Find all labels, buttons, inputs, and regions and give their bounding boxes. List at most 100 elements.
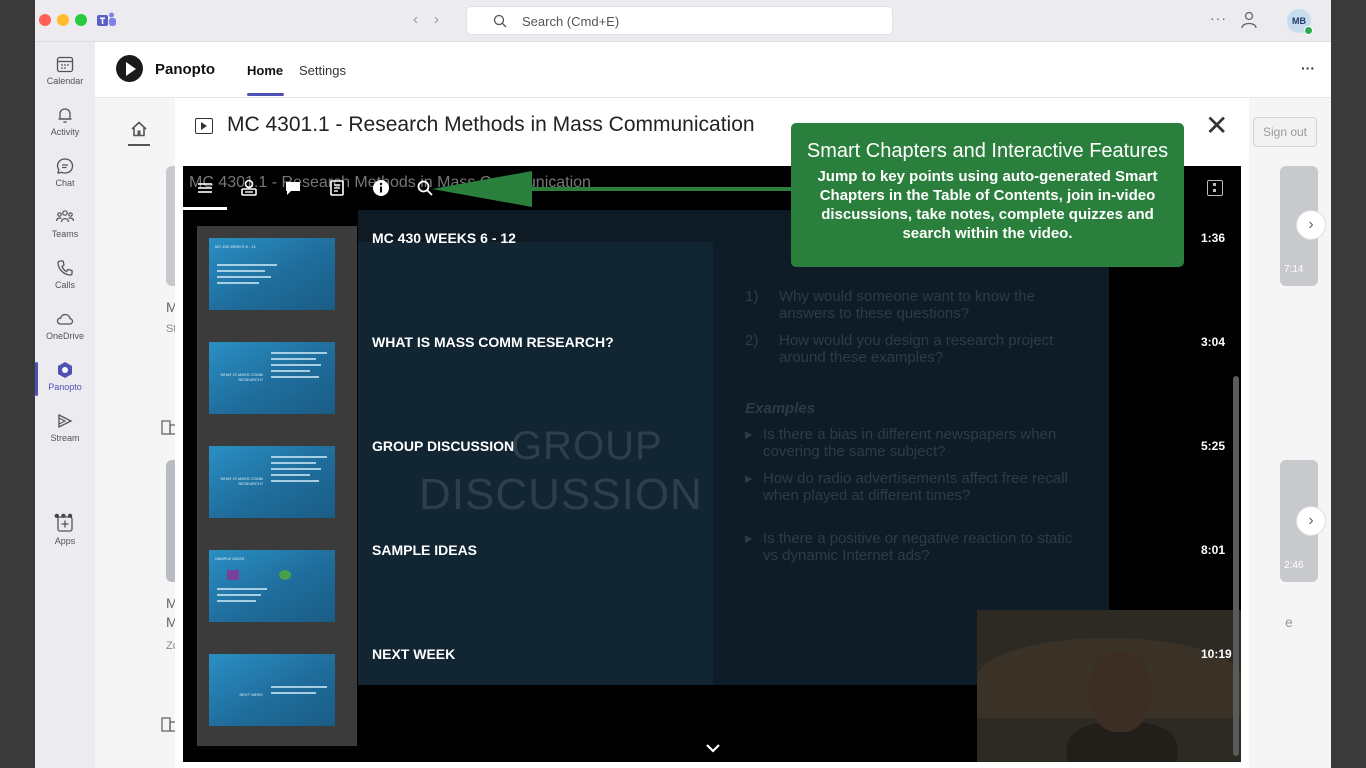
stream-icon [58, 413, 73, 429]
info-icon[interactable] [371, 178, 391, 198]
forward-arrow-icon[interactable]: › [434, 11, 455, 28]
rail-item-calendar[interactable]: Calendar [35, 48, 95, 98]
search-placeholder: Search (Cmd+E) [522, 14, 620, 29]
back-arrow-icon[interactable]: ‹ [413, 11, 434, 28]
slide-example-2: How do radio advertisements affect free … [763, 470, 1068, 504]
thumbnail-image [227, 570, 239, 580]
slide-example-1: Is there a bias in different newspapers … [763, 426, 1057, 460]
presence-available-icon [1304, 26, 1313, 35]
chapter-title[interactable]: MC 430 WEEKS 6 - 12 [372, 230, 516, 246]
chapter-thumbnail[interactable]: NEXT WEEK [197, 642, 357, 746]
rail-item-activity[interactable]: Activity [35, 99, 95, 149]
history-nav[interactable]: ‹› [413, 11, 455, 28]
chapter-time: 8:01 [1201, 543, 1226, 557]
tab-home[interactable]: Home [247, 63, 283, 78]
search-input[interactable]: Search (Cmd+E) [466, 6, 893, 35]
modal-title: MC 4301.1 - Research Methods in Mass Com… [227, 113, 755, 136]
video-play-icon [195, 118, 213, 134]
presenter-face [1089, 652, 1151, 732]
rail-item-apps[interactable]: Apps [35, 508, 95, 558]
home-icon[interactable] [130, 120, 148, 138]
slide-thumbnail: SAMPLE IDEAS [209, 550, 335, 622]
chevron-right-icon: › [1308, 216, 1314, 233]
slide-group-word: GROUP [511, 424, 663, 468]
cloud-icon [56, 313, 74, 325]
player-menu-button[interactable] [1207, 180, 1223, 196]
video-card-title: e [1285, 614, 1293, 630]
close-modal-button[interactable]: ✕ [1205, 112, 1228, 140]
chat-icon [56, 158, 74, 174]
chapter-title[interactable]: WHAT IS MASS COMM RESEARCH? [372, 334, 614, 350]
discussion-icon[interactable] [283, 178, 303, 198]
people-icon[interactable] [1240, 10, 1260, 30]
slide-question-1: Why would someone want to know the answe… [779, 288, 1035, 322]
callout-body: Jump to key points using auto-generated … [817, 168, 1158, 242]
thumbnail-text: NEXT WEEK [239, 692, 264, 697]
slide-thumbnail: MC 430 WEEKS 6 - 12 [209, 238, 335, 310]
chevron-down-icon[interactable] [703, 738, 723, 758]
callout-title: Smart Chapters and Interactive Features [806, 140, 1169, 162]
bullet-icon: ▸ [745, 426, 753, 443]
chapter-time: 3:04 [1201, 335, 1226, 349]
active-tab-indicator [247, 93, 284, 96]
rail-item-stream[interactable]: Stream [35, 405, 95, 455]
home-underline [128, 144, 150, 146]
chapter-thumbnail[interactable]: SAMPLE IDEAS [197, 538, 357, 642]
thumbnail-lines [271, 456, 327, 506]
avatar[interactable]: MB [1287, 9, 1313, 35]
quiz-icon[interactable] [239, 178, 259, 198]
chapter-thumbnail[interactable]: MC 430 WEEKS 6 - 12 [197, 226, 357, 330]
sign-out-button[interactable]: Sign out [1253, 117, 1317, 147]
rail-label: Panopto [48, 382, 82, 392]
chapter-time: 10:19 [1201, 647, 1232, 661]
app-header: Panopto Home Settings ··· [95, 42, 1331, 98]
slide-example-3: Is there a positive or negative reaction… [763, 530, 1073, 564]
rail-label: Chat [55, 178, 75, 188]
header-more-button[interactable]: ··· [1301, 60, 1315, 76]
minimize-window-button[interactable] [57, 14, 69, 26]
teams-logo-icon [97, 12, 116, 26]
chapter-title[interactable]: NEXT WEEK [372, 646, 455, 662]
thumbnail-image [279, 570, 291, 580]
slide-thumbnail: WHAT IS MASS COMM RESEARCH? [209, 446, 335, 518]
maximize-window-button[interactable] [75, 14, 87, 26]
video-duration: 2:46 [1284, 560, 1304, 571]
thumbnail-lines [271, 686, 327, 736]
rail-item-onedrive[interactable]: OneDrive [35, 303, 95, 353]
active-panel-indicator [183, 207, 227, 210]
chevron-right-icon: › [1308, 512, 1314, 529]
teams-icon [55, 210, 75, 223]
rail-item-panopto[interactable]: Panopto [35, 354, 95, 404]
chapter-title[interactable]: SAMPLE IDEAS [372, 542, 477, 558]
carousel-next-button[interactable]: › [1296, 210, 1326, 240]
rail-item-calls[interactable]: Calls [35, 252, 95, 302]
table-of-contents-icon[interactable] [195, 178, 215, 198]
slide-thumbnail: WHAT IS MASS COMM RESEARCH? [209, 342, 335, 414]
more-options-button[interactable]: ··· [1210, 10, 1227, 26]
close-window-button[interactable] [39, 14, 51, 26]
notes-icon[interactable] [327, 178, 347, 198]
thumbnail-lines [217, 588, 327, 606]
slide-q2-number: 2) [745, 332, 759, 349]
thumbnail-text: WHAT IS MASS COMM RESEARCH? [220, 476, 263, 486]
panopto-logo-icon [116, 55, 143, 82]
thumbnail-text: SAMPLE IDEAS [215, 556, 245, 561]
chapter-title[interactable]: GROUP DISCUSSION [372, 438, 514, 454]
thumbnail-text: MC 430 WEEKS 6 - 12 [215, 244, 256, 249]
slide-examples-heading: Examples [745, 400, 816, 417]
carousel-next-button[interactable]: › [1296, 506, 1326, 536]
rail-label: Teams [51, 229, 79, 239]
rail-label: Apps [54, 536, 76, 546]
chapter-thumbnail[interactable]: WHAT IS MASS COMM RESEARCH? [197, 434, 357, 538]
chapter-time: 5:25 [1201, 439, 1226, 453]
panopto-icon [58, 362, 72, 378]
video-duration: 7:14 [1284, 264, 1304, 275]
slide-left-panel: GROUP DISCUSSION [358, 242, 713, 685]
tab-settings[interactable]: Settings [299, 63, 346, 78]
rail-item-chat[interactable]: Chat [35, 150, 95, 200]
chapter-thumbnail[interactable]: WHAT IS MASS COMM RESEARCH? [197, 330, 357, 434]
chapters-scrollbar[interactable] [1233, 376, 1239, 756]
presenter-webcam [977, 610, 1241, 762]
phone-icon [57, 260, 73, 276]
rail-item-teams[interactable]: Teams [35, 201, 95, 251]
